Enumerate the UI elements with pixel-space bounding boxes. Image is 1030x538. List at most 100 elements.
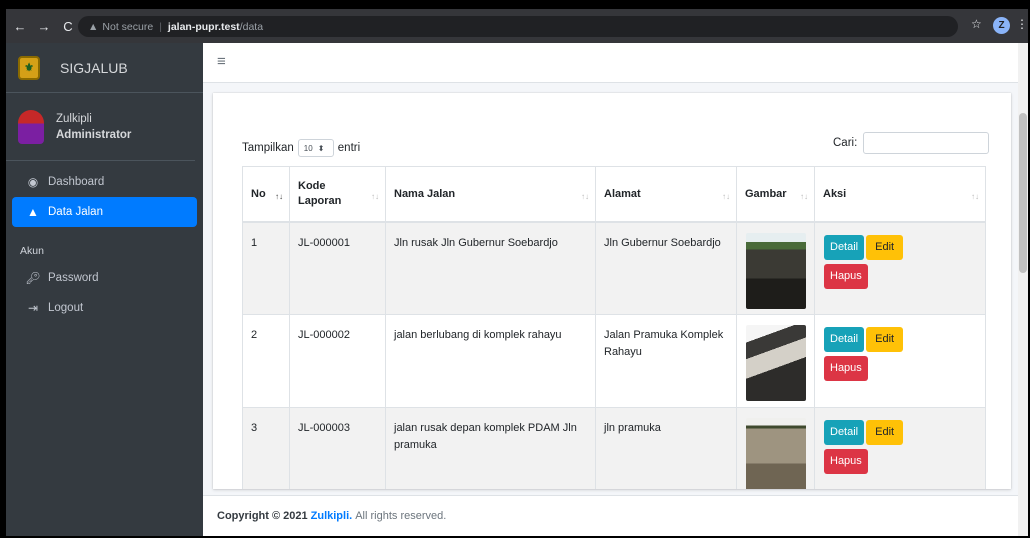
sort-icon: ↑↓ [581,191,589,201]
sidebar-item-password[interactable]: 🔑︎ Password [12,263,197,293]
bookmark-star-icon[interactable]: ☆ [971,17,982,31]
sidebar-item-data-jalan[interactable]: ▲ Data Jalan [12,197,197,227]
url-host: jalan-pupr.test [167,20,240,33]
brand-logo: ⚜ [18,55,40,80]
column-header-gambar[interactable]: Gambar ↑↓ [736,166,815,223]
table-row: 2 JL-000002 jalan berlubang di komplek r… [242,314,986,408]
search-label: Cari: [833,137,858,149]
sort-icon: ↑↓ [371,191,379,201]
length-suffix: entri [337,142,361,154]
rights-text: All rights reserved. [355,510,447,522]
brand-link[interactable]: ⚜ SIGJALUB [6,43,203,93]
scrollbar-thumb[interactable] [1019,113,1027,273]
url-separator: | [159,20,162,33]
author-link[interactable]: Zulkipli. [311,510,353,522]
data-table: No ↑↓ Kode Laporan ↑↓ Nama Jalan ↑↓ Alamat ↑… [242,166,986,489]
cell-gambar [736,407,815,489]
brand-name: SIGJALUB [60,59,128,76]
sidebar: ⚜ SIGJALUB Zulkipli Administrator ◉ Dash… [6,43,203,536]
detail-button[interactable]: Detail [824,327,865,352]
table-row: 3 JL-000003 jalan rusak depan komplek PD… [242,407,986,489]
sort-icon: ↑↓ [800,191,808,201]
sort-icon: ↑↓ [722,191,730,201]
cell-nama: jalan berlubang di komplek rahayu [385,314,596,408]
cell-gambar [736,221,815,315]
address-bar[interactable]: ▲ Not secure | jalan-pupr.test /data [78,16,958,37]
reload-icon[interactable]: C [58,19,78,34]
security-label: Not secure [102,20,154,33]
cell-gambar [736,314,815,408]
cell-nama: Jln rusak Jln Gubernur Soebardjo [385,221,596,315]
cell-kode: JL-000002 [289,314,386,408]
cell-alamat: jln pramuka [595,407,737,489]
user-panel: Zulkipli Administrator [6,93,195,161]
table-search-control: Cari: [833,132,990,154]
back-icon[interactable]: ← [10,19,30,34]
cell-alamat: Jln Gubernur Soebardjo [595,221,737,315]
edit-button[interactable]: Edit [866,234,904,260]
browser-window: ← → C ▲ Not secure | jalan-pupr.test /da… [6,9,1028,536]
table-row: 1 JL-000001 Jln rusak Jln Gubernur Soeba… [242,221,986,315]
copyright-text: Copyright © 2021 [217,510,308,522]
column-header-nama[interactable]: Nama Jalan ↑↓ [385,166,596,223]
detail-button[interactable]: Detail [824,234,865,260]
cell-aksi: Detail Edit Hapus [814,221,986,315]
cell-no: 1 [242,221,290,315]
sidebar-item-label: Dashboard [48,176,105,188]
entries-value: 10 [303,143,313,153]
length-prefix: Tampilkan [242,142,294,154]
hamburger-menu-icon[interactable]: ≡ [217,53,226,70]
cell-no: 3 [242,407,290,489]
user-info: Zulkipli Administrator [56,111,131,143]
road-photo [746,418,806,489]
column-header-kode[interactable]: Kode Laporan ↑↓ [289,166,386,223]
warning-icon: ▲ [88,20,99,33]
sidebar-item-logout[interactable]: ⇥ Logout [12,293,197,323]
sidebar-item-label: Logout [48,302,84,314]
cell-kode: JL-000001 [289,221,386,315]
hapus-button[interactable]: Hapus [824,356,868,381]
browser-menu-icon[interactable]: ⋮ [1016,17,1028,31]
column-header-alamat[interactable]: Alamat ↑↓ [595,166,737,223]
footer: Copyright © 2021 Zulkipli. All rights re… [203,495,1018,536]
sort-icon: ↑↓ [971,191,979,201]
user-name[interactable]: Zulkipli [56,111,131,127]
detail-button[interactable]: Detail [824,420,865,445]
avatar [18,109,44,144]
cell-alamat: Jalan Pramuka Komplek Rahayu [595,314,737,408]
hapus-button[interactable]: Hapus [824,449,868,474]
key-icon: 🔑︎ [25,271,41,285]
road-icon: ▲ [27,205,39,219]
entries-select[interactable]: 10 ⬍ [297,139,334,157]
user-role: Administrator [56,128,132,141]
palette-icon: ◉ [27,175,39,189]
table-length-control: Tampilkan 10 ⬍ entri [242,139,360,157]
road-photo [746,325,806,401]
sidebar-item-label: Password [48,272,99,284]
road-photo [746,232,806,309]
cell-nama: jalan rusak depan komplek PDAM Jln pramu… [385,407,596,489]
cell-kode: JL-000003 [289,407,386,489]
cell-no: 2 [242,314,290,408]
menu-section-header: Akun [20,245,44,257]
sidebar-item-dashboard[interactable]: ◉ Dashboard [12,167,197,197]
data-table-card: Tampilkan 10 ⬍ entri Cari: No ↑↓ Kode Lap… [213,93,1011,489]
cell-aksi: Detail Edit Hapus [814,314,986,408]
sign-out-icon: ⇥ [27,301,39,315]
cell-aksi: Detail Edit Hapus [814,407,986,489]
edit-button[interactable]: Edit [866,420,904,445]
browser-toolbar: ← → C ▲ Not secure | jalan-pupr.test /da… [6,9,1028,43]
search-input[interactable] [863,132,990,154]
column-header-no[interactable]: No ↑↓ [242,166,290,223]
profile-avatar[interactable]: Z [993,17,1010,34]
hapus-button[interactable]: Hapus [824,263,868,289]
forward-icon[interactable]: → [34,19,54,34]
select-arrows-icon: ⬍ [317,143,325,153]
edit-button[interactable]: Edit [866,327,904,352]
page-scrollbar[interactable] [1018,43,1028,536]
top-navbar: ≡ [203,43,1028,83]
sidebar-item-label: Data Jalan [48,206,103,218]
url-path: /data [239,20,264,33]
table-header-row: No ↑↓ Kode Laporan ↑↓ Nama Jalan ↑↓ Alamat ↑… [242,166,986,223]
column-header-aksi[interactable]: Aksi ↑↓ [814,166,986,223]
